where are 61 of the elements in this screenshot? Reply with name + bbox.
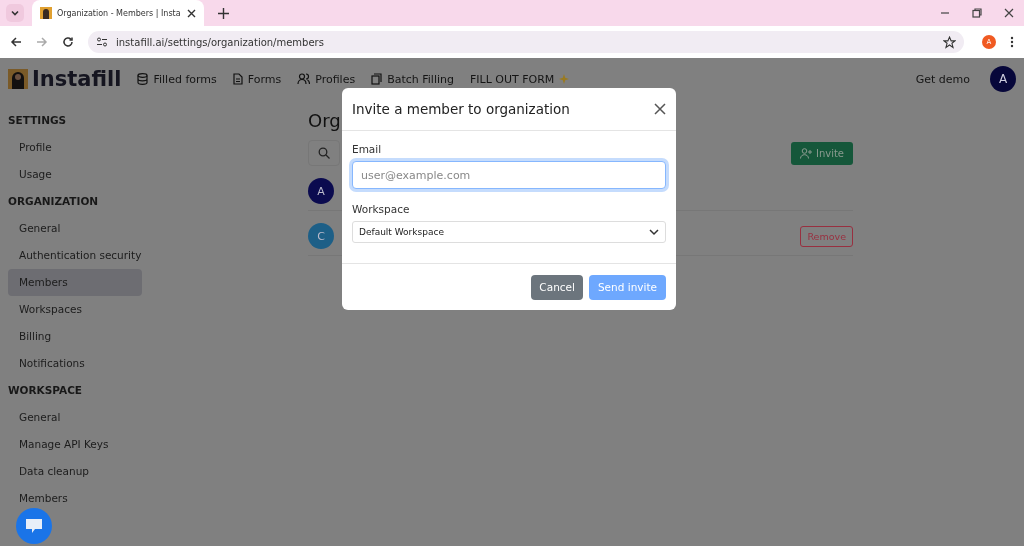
sidebar-section-title: SETTINGS [8,113,68,128]
document-icon [232,73,243,85]
sidebar-item[interactable]: Notifications [8,350,142,377]
brand-name[interactable]: Instafill [32,67,122,91]
tab-search-button[interactable] [6,4,24,22]
sidebar-item[interactable]: Workspaces [8,296,142,323]
dialog-title: Invite a member to organization [352,101,570,117]
new-tab-icon[interactable] [218,7,229,19]
chevron-down-icon [649,228,659,236]
bookmark-star-icon[interactable] [943,35,956,49]
back-icon[interactable] [10,36,22,48]
email-field[interactable]: user@example.com [352,161,666,189]
workspace-select[interactable]: Default Workspace [352,221,666,243]
site-favicon-icon [40,7,52,19]
copy-icon [371,73,383,85]
email-label: Email [352,143,383,155]
address-bar[interactable]: instafill.ai/settings/organization/members [88,31,964,53]
sidebar-item[interactable]: Manage API Keys [8,431,142,458]
reload-icon[interactable] [62,36,74,48]
user-avatar[interactable]: A [990,66,1016,92]
sidebar-section-title: ORGANIZATION [8,194,100,209]
search-field[interactable] [308,140,340,166]
database-icon [137,73,149,85]
site-settings-icon[interactable] [96,36,108,48]
search-icon [318,147,330,159]
close-icon[interactable] [187,8,196,18]
invite-button[interactable]: Invite [790,141,853,165]
nav-link[interactable]: Filled forms [137,72,217,86]
nav-link[interactable]: Forms [232,72,282,86]
sparkle-icon [559,74,570,84]
member-avatar: A [308,178,334,204]
get-demo-link[interactable]: Get demo [915,72,970,86]
member-avatar: C [308,223,334,249]
workspace-label: Workspace [352,203,411,215]
sidebar-item[interactable]: General [8,404,142,431]
sidebar-item[interactable]: Members [8,485,142,512]
sidebar-item[interactable]: Authentication security [8,242,142,269]
people-icon [297,73,311,85]
page-title: Org [308,109,341,133]
sidebar-item[interactable]: Data cleanup [8,458,142,485]
nav-link[interactable]: Profiles [297,72,356,86]
logo-icon [8,69,28,89]
sidebar-item[interactable]: Usage [8,161,142,188]
menu-icon[interactable] [1010,36,1014,48]
sidebar-item[interactable]: Billing [8,323,142,350]
cancel-button[interactable]: Cancel [531,274,583,300]
send-invite-button[interactable]: Send invite [588,274,666,300]
close-icon[interactable] [1004,8,1014,18]
restore-icon[interactable] [972,8,982,18]
browser-tab[interactable]: Organization - Members | Insta [32,0,204,26]
nav-link[interactable]: FILL OUT FORM [470,72,570,86]
sidebar-item[interactable]: General [8,215,142,242]
close-icon[interactable] [654,103,666,115]
sidebar-item[interactable]: Profile [8,134,142,161]
chat-icon [25,518,43,534]
chevron-down-icon [10,8,20,18]
add-user-icon [799,147,812,159]
chat-button[interactable] [16,508,52,544]
nav-link[interactable]: Batch Filling [371,72,454,86]
sidebar-section-title: WORKSPACE [8,383,84,398]
sidebar-item[interactable]: Members [8,269,142,296]
